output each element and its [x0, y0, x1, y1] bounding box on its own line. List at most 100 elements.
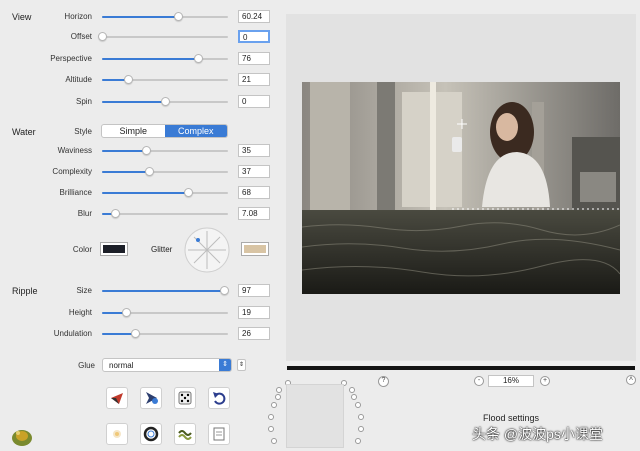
style-segmented[interactable]: Simple Complex: [101, 124, 228, 138]
document-icon[interactable]: [208, 423, 230, 445]
glitter-swatch[interactable]: [241, 242, 269, 256]
preset-thumbnail[interactable]: [286, 384, 344, 448]
watermark: 头条 @波波ps小课堂: [472, 426, 603, 442]
glitter-label: Glitter: [151, 245, 173, 254]
zoom-level[interactable]: 16%: [488, 375, 534, 387]
complexity-label: Complexity: [52, 167, 92, 176]
height-label: Height: [68, 308, 92, 317]
undulation-slider-knob[interactable]: [130, 329, 140, 338]
height-slider[interactable]: [102, 308, 228, 317]
arrow-tool-icon[interactable]: [140, 387, 162, 409]
size-slider-fill: [102, 290, 225, 292]
blur-slider-knob[interactable]: [110, 209, 120, 218]
style-label: Style: [74, 127, 92, 136]
style-simple[interactable]: Simple: [102, 125, 165, 137]
perspective-slider[interactable]: [102, 54, 228, 63]
preview-image[interactable]: [302, 82, 620, 294]
complexity-slider-knob[interactable]: [144, 167, 154, 176]
brilliance-label: Brilliance: [59, 188, 92, 197]
zoom-out-button[interactable]: -: [474, 376, 484, 386]
altitude-slider-knob[interactable]: [124, 75, 134, 84]
preset-title: Flood settings: [483, 413, 540, 423]
height-field[interactable]: 19: [238, 306, 270, 319]
waviness-label: Waviness: [57, 146, 92, 155]
section-view: View: [12, 12, 32, 22]
chevron-up-icon[interactable]: ˄: [626, 375, 636, 385]
spin-label: Spin: [75, 97, 92, 106]
undo-icon[interactable]: [208, 387, 230, 409]
blur-field[interactable]: 7.08: [238, 207, 270, 220]
brilliance-slider-fill: [102, 192, 188, 194]
chevron-updown-icon: ⇕: [219, 359, 231, 371]
blur-label: Blur: [77, 209, 92, 218]
glue-value: normal: [109, 361, 134, 370]
undulation-field[interactable]: 26: [238, 327, 270, 340]
glitter-dial[interactable]: [184, 227, 230, 273]
complexity-field[interactable]: 37: [238, 165, 270, 178]
color-swatch[interactable]: [100, 242, 128, 256]
size-slider-knob[interactable]: [220, 286, 230, 295]
preset-bead[interactable]: [351, 394, 357, 400]
brilliance-field[interactable]: 68: [238, 186, 270, 199]
preset-bead[interactable]: [358, 426, 364, 432]
waviness-field[interactable]: 35: [238, 144, 270, 157]
offset-slider[interactable]: [98, 32, 228, 41]
offset-field[interactable]: 0: [238, 30, 270, 43]
wave-icon[interactable]: [174, 423, 196, 445]
horizon-slider-fill: [102, 16, 178, 18]
altitude-label: Altitude: [65, 75, 92, 84]
color-label: Color: [72, 245, 92, 254]
spin-slider-fill: [102, 101, 165, 103]
perspective-slider-knob[interactable]: [193, 54, 203, 63]
shape-tool-icon[interactable]: [106, 387, 128, 409]
brilliance-slider[interactable]: [102, 188, 228, 197]
glue-stepper[interactable]: ⇕: [237, 359, 246, 371]
preset-bead[interactable]: [268, 414, 274, 420]
zoom-in-button[interactable]: +: [540, 376, 550, 386]
app-logo: [10, 425, 34, 447]
altitude-field[interactable]: 21: [238, 73, 270, 86]
preset-bead[interactable]: [268, 426, 274, 432]
perspective-slider-fill: [102, 58, 198, 60]
size-slider[interactable]: [102, 286, 230, 295]
horizon-slider[interactable]: [102, 12, 228, 21]
preset-bead[interactable]: [271, 438, 277, 444]
sparkle-icon[interactable]: [106, 423, 128, 445]
preset-bead[interactable]: [355, 438, 361, 444]
undulation-slider-fill: [102, 333, 135, 335]
offset-slider-knob[interactable]: [98, 32, 107, 41]
ring-icon[interactable]: [140, 423, 162, 445]
preset-bead[interactable]: [276, 387, 282, 393]
waviness-slider-fill: [102, 150, 147, 152]
spin-field[interactable]: 0: [238, 95, 270, 108]
horizon-label: Horizon: [64, 12, 92, 21]
glue-select[interactable]: normal ⇕: [102, 358, 232, 372]
blur-slider[interactable]: [102, 209, 228, 218]
help-button[interactable]: ?: [378, 376, 389, 387]
brilliance-slider-knob[interactable]: [183, 188, 193, 197]
height-slider-knob[interactable]: [121, 308, 131, 317]
waviness-slider[interactable]: [102, 146, 228, 155]
preset-bead[interactable]: [271, 402, 277, 408]
perspective-field[interactable]: 76: [238, 52, 270, 65]
undulation-slider[interactable]: [102, 329, 228, 338]
glue-label: Glue: [78, 361, 95, 370]
spin-slider[interactable]: [102, 97, 228, 106]
size-field[interactable]: 97: [238, 284, 270, 297]
style-complex[interactable]: Complex: [164, 125, 227, 137]
preset-bead[interactable]: [275, 394, 281, 400]
dice-icon[interactable]: [174, 387, 196, 409]
preset-bead[interactable]: [355, 402, 361, 408]
waviness-slider-knob[interactable]: [142, 146, 152, 155]
preset-bead[interactable]: [349, 387, 355, 393]
offset-label: Offset: [70, 32, 92, 41]
size-label: Size: [76, 286, 92, 295]
altitude-slider[interactable]: [102, 75, 228, 84]
horizon-field[interactable]: 60.24: [238, 10, 270, 23]
horizon-slider-knob[interactable]: [173, 12, 183, 21]
preset-bead[interactable]: [358, 414, 364, 420]
spin-slider-knob[interactable]: [161, 97, 170, 106]
undulation-label: Undulation: [53, 329, 92, 338]
perspective-label: Perspective: [50, 54, 92, 63]
complexity-slider[interactable]: [102, 167, 228, 176]
